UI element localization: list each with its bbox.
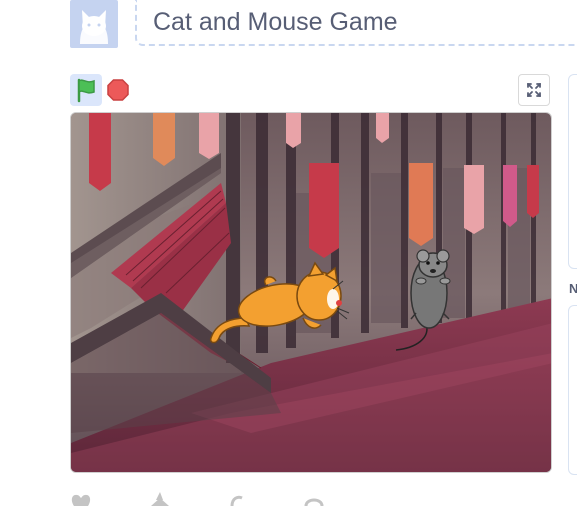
star-icon[interactable] bbox=[148, 490, 172, 506]
notes-heading: N bbox=[569, 281, 577, 296]
project-title: Cat and Mouse Game bbox=[153, 8, 398, 36]
heart-icon[interactable] bbox=[70, 490, 94, 506]
fullscreen-button[interactable] bbox=[518, 74, 550, 106]
notes-panel[interactable] bbox=[568, 305, 577, 475]
stop-sign-icon bbox=[107, 79, 129, 101]
project-title-field[interactable]: Cat and Mouse Game bbox=[135, 0, 577, 46]
remix-icon[interactable] bbox=[226, 490, 250, 506]
green-flag-button[interactable] bbox=[70, 74, 102, 106]
stage[interactable] bbox=[70, 112, 552, 473]
views-icon bbox=[304, 498, 324, 506]
project-stats bbox=[70, 488, 370, 506]
stop-button[interactable] bbox=[106, 78, 130, 102]
cat-avatar-icon bbox=[80, 10, 108, 44]
avatar[interactable] bbox=[70, 0, 118, 48]
fullscreen-icon bbox=[527, 83, 541, 97]
instructions-panel[interactable] bbox=[568, 74, 577, 269]
stage-backdrop bbox=[71, 113, 551, 472]
green-flag-icon bbox=[77, 78, 95, 103]
